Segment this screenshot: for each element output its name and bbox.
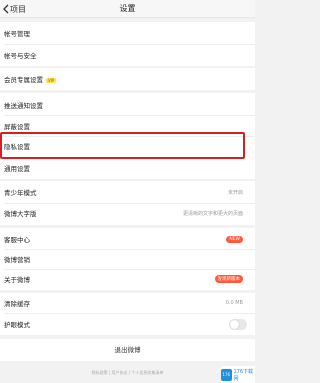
vip-label: 会员专属设置: [4, 76, 43, 84]
settings-row-about[interactable]: 关于微博 发现新版本: [0, 268, 255, 290]
vip-badge: VIP: [46, 77, 57, 83]
settings-row-push[interactable]: 推送通知设置: [0, 94, 255, 116]
row-label: 微博营销: [4, 256, 30, 264]
toggle-knob: [230, 319, 239, 329]
settings-row-account-security[interactable]: 帐号与安全: [0, 44, 255, 66]
row-label: 屏蔽设置: [4, 123, 30, 131]
settings-row-large-font[interactable]: 微博大字版 更清晰的文字和更大的页面: [0, 202, 255, 224]
row-label: 推送通知设置: [4, 102, 43, 110]
logout-button[interactable]: 退出微博: [0, 339, 255, 361]
row-label: 通用设置: [4, 165, 30, 173]
row-label: 关于微博: [4, 276, 30, 284]
watermark-logo: 176: [221, 368, 232, 381]
footer-links[interactable]: 隐私政策 | 用户协议 | 个人信息收集清单: [0, 370, 255, 376]
top-bar: 项目 设置: [0, 0, 255, 18]
row-value: 更清晰的文字和更大的页面: [182, 210, 243, 217]
row-label: 客服中心: [4, 236, 30, 244]
highlight-box: [0, 132, 245, 159]
update-badge: 发现新版本: [214, 275, 243, 283]
row-value: 未开启: [227, 189, 243, 196]
settings-row-vip[interactable]: 会员专属设置 VIP: [0, 68, 255, 90]
cache-size: 0.0 MB: [225, 300, 243, 306]
row-label: 会员专属设置 VIP: [4, 74, 57, 84]
row-label: 帐号管理: [4, 30, 30, 38]
settings-row-help-center[interactable]: 客服中心 NEW: [0, 228, 255, 250]
row-label: 护眼模式: [4, 321, 30, 329]
settings-row-eye-mode: 护眼模式: [0, 313, 255, 335]
watermark: 176 176下载网: [221, 366, 255, 383]
settings-row-youth-mode[interactable]: 青少年模式 未开启: [0, 181, 255, 203]
row-label: 清除缓存: [4, 300, 30, 308]
row-label: 帐号与安全: [4, 52, 37, 60]
eye-mode-toggle[interactable]: [229, 318, 247, 330]
watermark-text: 176下载网: [233, 368, 254, 382]
row-label: 微博大字版: [4, 210, 37, 218]
settings-row-general[interactable]: 通用设置: [0, 157, 255, 179]
settings-row-marketing[interactable]: 微博营销: [0, 248, 255, 270]
new-badge: NEW: [226, 235, 243, 243]
row-label: 青少年模式: [4, 189, 37, 197]
page-title: 设置: [119, 4, 136, 13]
settings-row-account-manage[interactable]: 帐号管理: [0, 22, 255, 44]
settings-row-clear-cache[interactable]: 清除缓存 0.0 MB: [0, 292, 255, 314]
